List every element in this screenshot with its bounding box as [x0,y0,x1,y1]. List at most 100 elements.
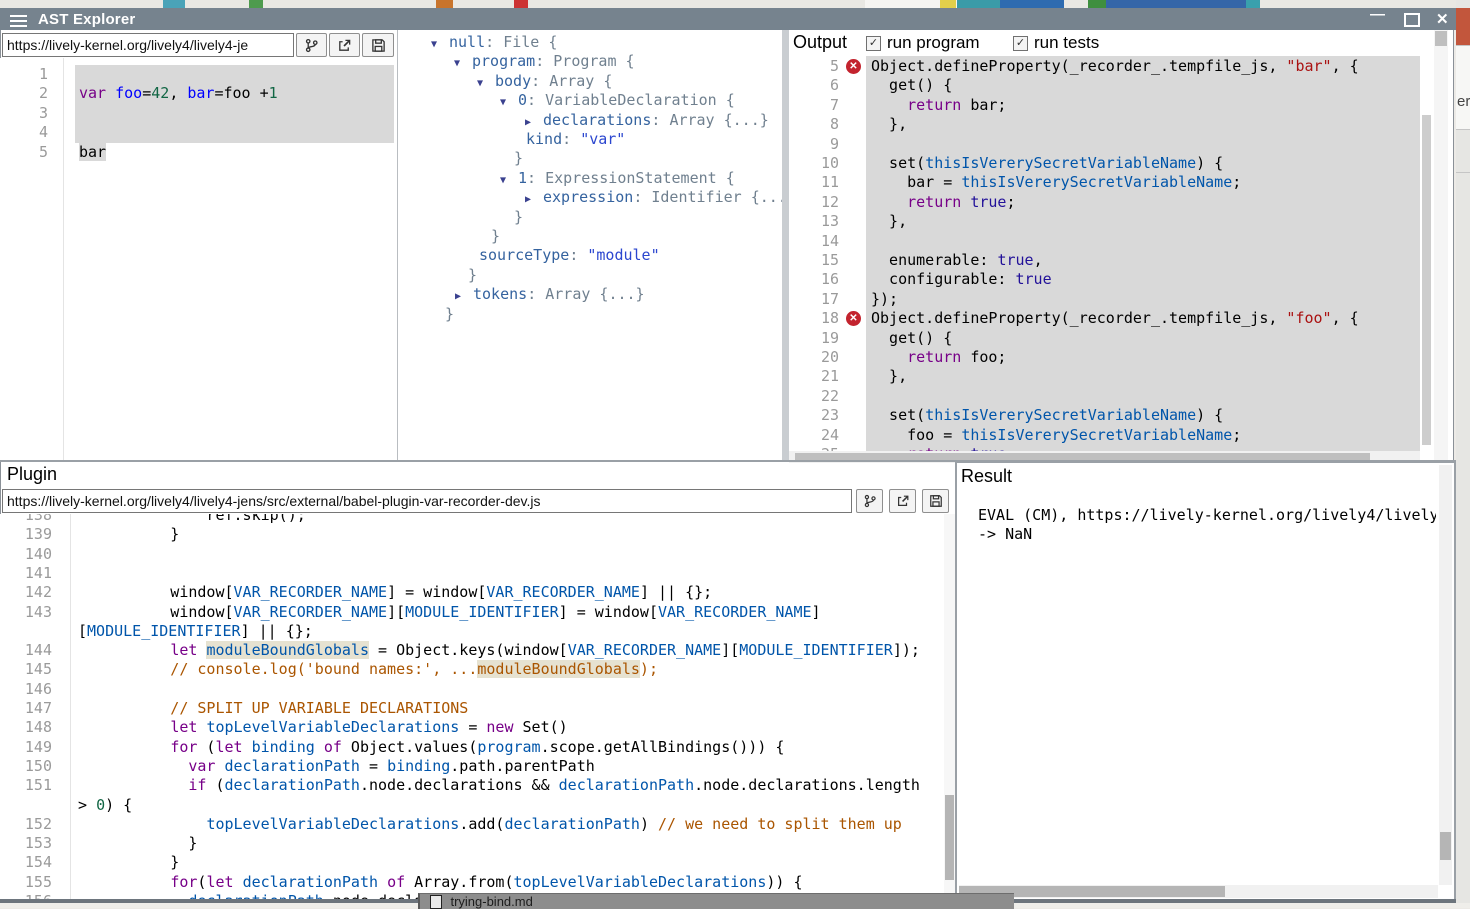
page-vscrollbar[interactable] [1434,30,1448,461]
ast-node: } [514,208,523,227]
document-icon [430,895,442,909]
code-line: foo = thisIsVererySecretVariableName; [871,426,1241,445]
line-number: 5 [0,143,48,162]
error-badge[interactable]: ✕ [846,311,861,326]
code-line: var foo=42, bar=foo +1 [79,84,278,103]
code-line: } [80,853,179,872]
line-number: 19 [789,329,839,348]
background-app-text: er [1457,93,1470,110]
result-line: EVAL (CM), https://lively-kernel.org/liv… [978,506,1436,525]
result-panel: Result EVAL (CM), https://lively-kernel.… [955,461,1456,902]
code-line-wrap: [MODULE_IDENTIFIER] || {}; [78,622,313,641]
taskbar-fragment[interactable]: trying-bind.md [418,893,1014,909]
code-line-wrap: > 0) { [78,796,132,815]
plugin-url-input[interactable] [2,489,852,513]
code-line: // console.log('bound names:', ...module… [80,660,658,679]
tree-expand-icon[interactable]: ▶ [455,287,473,306]
code-line: }, [871,115,907,134]
source-editor[interactable]: 12var foo=42, bar=foo +1345bar [0,58,396,461]
open-external-button[interactable] [329,33,360,57]
open-external-icon [337,38,352,53]
tree-collapse-icon[interactable]: ▼ [477,74,495,93]
line-number: 20 [789,348,839,367]
line-number: 10 [789,154,839,173]
line-number: 148 [0,718,52,737]
save-button[interactable] [362,33,394,57]
code-line: set(thisIsVererySecretVariableName) { [871,154,1223,173]
tree-collapse-icon[interactable]: ▼ [454,54,472,73]
git-branch-button[interactable] [296,33,327,57]
ast-node: ▼null: File { [431,33,557,54]
plugin-vscrollbar[interactable] [944,514,955,899]
line-number: 8 [789,115,839,134]
title-bar: AST Explorer — ✕ [0,8,1456,30]
ast-node: ▼1: ExpressionStatement { [500,169,735,190]
ast-node: ▼0: VariableDeclaration { [500,91,735,112]
output-vscrollbar-thumb[interactable] [1422,115,1431,445]
code-line: window[VAR_RECORDER_NAME] = window[VAR_R… [80,583,712,602]
code-line: enumerable: true, [871,251,1043,270]
tree-expand-icon[interactable]: ▶ [525,190,543,209]
result-content[interactable]: EVAL (CM), https://lively-kernel.org/liv… [978,506,1436,544]
code-line: topLevelVariableDeclarations.add(declara… [80,815,902,834]
code-line: get() { [871,329,952,348]
ast-node: } [445,305,454,324]
run-program-checkbox[interactable]: ✓ [866,36,881,51]
menu-icon[interactable] [10,12,27,30]
line-number: 154 [0,853,52,872]
page-vscrollbar-thumb[interactable] [1435,31,1447,46]
line-number: 15 [789,251,839,270]
result-vscrollbar-thumb[interactable] [1440,832,1451,860]
line-number: 139 [0,525,52,544]
code-line: Object.defineProperty(_recorder_.tempfil… [871,57,1359,76]
code-line: }, [871,212,907,231]
result-hscrollbar[interactable] [959,885,1438,898]
output-title: Output [793,32,847,53]
plugin-vscrollbar-thumb[interactable] [945,795,954,880]
plugin-git-branch-button[interactable] [856,489,883,513]
plugin-save-button[interactable] [922,489,949,513]
tree-collapse-icon[interactable]: ▼ [431,35,449,54]
code-line: ref.skip(); [80,514,306,525]
source-url-input[interactable] [2,33,294,57]
git-branch-icon [304,38,319,53]
ast-node: } [514,149,523,168]
tree-expand-icon[interactable]: ▶ [525,113,543,132]
line-number: 13 [789,212,839,231]
error-badge[interactable]: ✕ [846,59,861,74]
ast-tree-panel[interactable]: ▼null: File {▼program: Program {▼body: A… [399,30,782,461]
ast-node: } [468,266,477,285]
result-title: Result [961,466,1012,487]
tree-collapse-icon[interactable]: ▼ [500,93,518,112]
line-number: 6 [789,76,839,95]
line-number: 23 [789,406,839,425]
plugin-editor[interactable]: 138 ref.skip();139 }140141142 window[VAR… [0,514,944,899]
plugin-open-external-button[interactable] [889,489,916,513]
result-vscrollbar[interactable] [1439,465,1452,885]
line-number: 145 [0,660,52,679]
line-number: 140 [0,545,52,564]
close-button[interactable]: ✕ [1436,10,1449,28]
run-program-label: run program [887,33,980,53]
line-number: 141 [0,564,52,583]
code-line: } [80,525,179,544]
line-number: 147 [0,699,52,718]
ast-node: ▼program: Program { [454,52,635,73]
tree-collapse-icon[interactable]: ▼ [500,171,518,190]
window-title: AST Explorer [38,11,135,28]
background-app-strip: er [1456,0,1470,908]
ast-node: ▶declarations: Array {...} [525,111,769,132]
maximize-button[interactable] [1404,13,1420,27]
output-vscrollbar[interactable] [1420,56,1433,451]
run-tests-checkbox[interactable]: ✓ [1013,36,1028,51]
minimize-button[interactable]: — [1370,6,1385,23]
output-editor[interactable]: 5✕Object.defineProperty(_recorder_.tempf… [789,56,1420,463]
code-line: let moduleBoundGlobals = Object.keys(win… [80,641,920,660]
desktop-wallpaper-strip [0,0,1470,8]
line-number: 149 [0,738,52,757]
taskbar-item-label: trying-bind.md [450,894,532,909]
ast-node: ▼body: Array { [477,72,612,93]
code-line: var declarationPath = binding.path.paren… [80,757,595,776]
line-number: 156 [0,892,52,899]
code-line: window[VAR_RECORDER_NAME][MODULE_IDENTIF… [80,603,821,622]
